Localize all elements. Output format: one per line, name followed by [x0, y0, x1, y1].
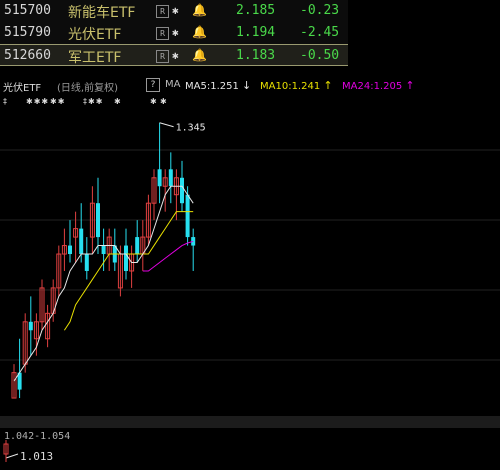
watchlist-row[interactable]: 515790 光伏ETF R ✱ 🔔 1.194 -2.45 — [0, 22, 348, 44]
r-badge-icon: R — [156, 5, 169, 18]
low-price-label: 1.013 — [20, 450, 54, 463]
r-badge-icon: R — [156, 27, 169, 40]
bell-icon[interactable]: 🔔 — [192, 3, 207, 17]
candles — [11, 122, 196, 399]
candle-body-down — [180, 177, 184, 204]
candle-body-down — [96, 203, 100, 238]
high-price-label: 1.345 — [176, 123, 206, 134]
star-icon: ✱ — [172, 49, 179, 62]
stock-price: 1.183 — [236, 48, 276, 63]
arrow-up-icon: ↑ — [405, 79, 415, 92]
low-pointer — [5, 453, 19, 459]
r-badge-icon: R — [156, 50, 169, 63]
price-annotations: 1.345 — [3, 122, 206, 462]
chart-period-mode[interactable]: (日线,前复权) — [57, 79, 118, 94]
star-icon: ✱ — [172, 26, 179, 39]
candle-body-down — [101, 245, 106, 255]
stock-code: 515700 — [4, 3, 51, 18]
candle-body-down — [84, 254, 89, 271]
bell-icon[interactable]: 🔔 — [192, 48, 207, 62]
candle-body-down — [28, 321, 33, 331]
arrow-up-icon: ↑ — [323, 79, 333, 92]
chart-header: 光伏ETF (日线,前复权) ? MA MA5:1.251 ↓ MA10:1.2… — [0, 78, 500, 94]
stock-name: 光伏ETF — [68, 27, 122, 43]
stock-change: -2.45 — [300, 25, 340, 40]
ma24-value: MA24:1.205 ↑ — [342, 79, 415, 92]
candle-body-down — [168, 169, 173, 187]
price-range-text: 1.042-1.054 — [4, 431, 71, 442]
ma5-value: MA5:1.251 ↓ — [185, 79, 252, 92]
ma-lines — [13, 185, 194, 382]
candle-body-down — [135, 237, 140, 255]
bell-icon[interactable]: 🔔 — [192, 25, 207, 39]
candle-body-down — [68, 245, 72, 255]
ma24-line — [142, 240, 194, 272]
volume-band — [0, 416, 500, 428]
stock-code: 512660 — [4, 48, 51, 63]
candlestick-chart[interactable]: 1.345 — [0, 100, 500, 470]
stock-name: 军工ETF — [68, 50, 122, 66]
candle-body-down — [124, 245, 128, 271]
stock-price: 1.194 — [236, 25, 276, 40]
watchlist-row[interactable]: 515700 新能车ETF R ✱ 🔔 2.185 -0.23 — [0, 0, 348, 22]
ma5-line — [13, 185, 194, 382]
ma10-line — [63, 211, 194, 331]
chart-security-name[interactable]: 光伏ETF — [3, 79, 41, 94]
candle-body-down — [185, 194, 190, 238]
help-icon[interactable]: ? — [146, 78, 160, 92]
ma10-value: MA10:1.241 ↑ — [260, 79, 333, 92]
ma-label[interactable]: MA — [165, 79, 180, 90]
stock-code: 515790 — [4, 25, 51, 40]
candle-body-down — [79, 228, 84, 255]
star-icon: ✱ — [172, 4, 179, 17]
high-pointer — [159, 122, 174, 128]
chart-grid — [0, 149, 500, 428]
stock-change: -0.50 — [300, 48, 340, 63]
stock-change: -0.23 — [300, 3, 340, 18]
stock-name: 新能车ETF — [68, 5, 136, 21]
watchlist-row-selected[interactable]: 512660 军工ETF R ✱ 🔔 1.183 -0.50 — [0, 44, 348, 66]
arrow-down-icon: ↓ — [242, 79, 252, 92]
candle-body-down — [157, 169, 162, 187]
stock-price: 2.185 — [236, 3, 276, 18]
